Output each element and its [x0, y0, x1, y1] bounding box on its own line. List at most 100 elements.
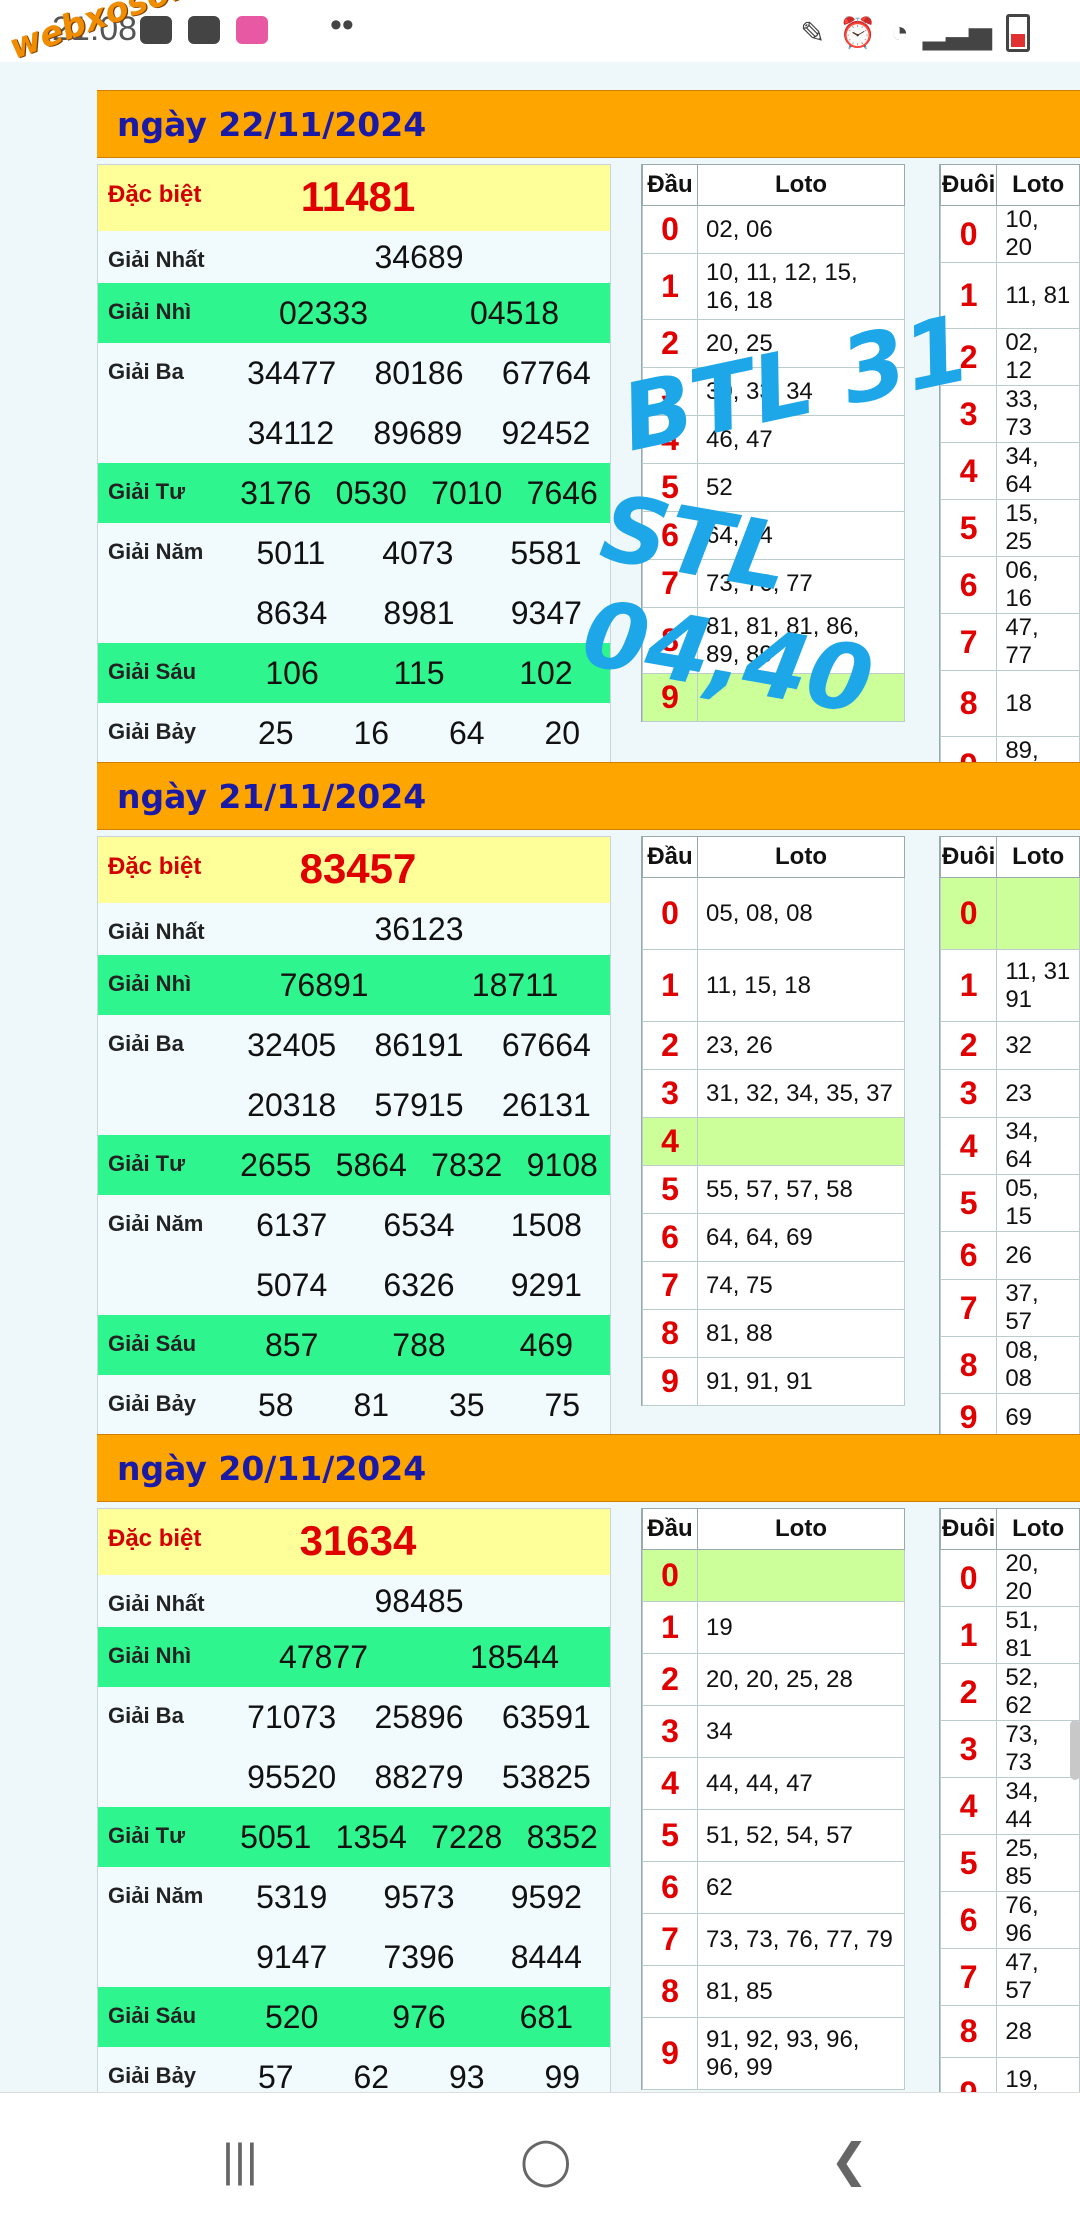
column-header: Loto [697, 1508, 905, 1550]
loto-values-cell: 20, 20, 25, 28 [697, 1653, 905, 1706]
digit-cell: 4 [939, 1777, 998, 1835]
prize-number: 857 [264, 1326, 319, 1363]
prize-number: 6534 [383, 1206, 455, 1243]
loto-row: 2 20, 20, 25, 28 [642, 1653, 905, 1706]
prize-number: 26131 [501, 1086, 591, 1123]
digit-cell: 0 [939, 205, 998, 263]
loto-values-cell [996, 877, 1080, 950]
loto-values-cell: 52, 62 [996, 1663, 1080, 1721]
loto-row: 6 62 [642, 1861, 905, 1914]
loto-values-cell: 55, 57, 57, 58 [697, 1165, 905, 1214]
more-notifications-icon: •• [330, 6, 354, 44]
loto-row: 4 34, 64 [939, 1117, 1080, 1175]
prize-label: Giải Ba [108, 359, 184, 384]
prize-number: 75 [544, 1386, 581, 1423]
prize-number: 86191 [374, 1026, 464, 1063]
prize-number: 63591 [501, 1698, 591, 1735]
loto-row: 3 23 [939, 1069, 1080, 1118]
date-title: ngày 21/11/2024 [117, 777, 427, 816]
loto-values-cell: 34, 44 [996, 1777, 1080, 1835]
column-header: Đuôi [939, 836, 998, 878]
digit-cell: 1 [642, 1601, 698, 1654]
loto-values-cell: 02, 06 [697, 205, 905, 254]
prize-number: 20 [544, 714, 581, 751]
digit-cell: 3 [642, 1705, 698, 1758]
prize-number: 1354 [335, 1818, 407, 1855]
digit-cell: 4 [642, 1117, 698, 1166]
digit-cell: 2 [642, 1653, 698, 1706]
digit-cell: 5 [939, 1834, 998, 1892]
loto-row: 8 81, 88 [642, 1309, 905, 1358]
prize-number: 4073 [382, 534, 454, 571]
result-day-section: ngày 20/11/2024 Đặc biệt 31634 Giải Nhất 984… [97, 1434, 1080, 2130]
loto-values-cell: 91, 92, 93, 96, 96, 99 [697, 2017, 905, 2090]
digit-cell: 6 [939, 1891, 998, 1949]
loto-values-cell: 32 [996, 1021, 1080, 1070]
loto-values-cell: 47, 57 [996, 1948, 1080, 2006]
digit-cell: 1 [939, 949, 998, 1022]
prize-number: 32405 [247, 1026, 337, 1063]
prize-number: 681 [519, 1998, 574, 2035]
loto-values-cell: 37, 57 [996, 1279, 1080, 1337]
prize-number: 25896 [374, 1698, 464, 1735]
prize-number: 976 [392, 1998, 446, 2035]
loto-values-cell: 33, 73 [996, 385, 1080, 443]
prize-row-third: Giải Ba 34477 80186 67764 34112 89689 92452 [98, 343, 610, 463]
special-prize-number: 11481 [300, 173, 416, 220]
navigation-bar: ||| ◯ ❮ [0, 2092, 1080, 2221]
dau-loto-table: Đầu Loto 0 1 19 2 20, 20, 25, 28 3 34 4 44, 44, 47… [641, 1508, 905, 2090]
scrollbar[interactable] [1070, 1720, 1080, 1780]
prize-row-third: Giải Ba 71073 25896 63591 95520 88279 53825 [98, 1687, 610, 1807]
prize-number: 93 [448, 2058, 485, 2095]
prize-number: 47877 [279, 1638, 368, 1675]
recent-apps-button[interactable]: ||| [222, 2133, 258, 2187]
prize-number: 2655 [240, 1146, 312, 1183]
loto-values-cell: 34, 64 [996, 442, 1080, 500]
date-header: ngày 20/11/2024 [97, 1434, 1080, 1502]
loto-row: 6 26 [939, 1231, 1080, 1280]
prize-label: Giải Bảy [108, 719, 197, 744]
prize-number: 25 [257, 714, 294, 751]
loto-row: 7 74, 75 [642, 1261, 905, 1310]
prize-label: Giải Nhì [108, 971, 192, 996]
loto-row: 7 73, 73, 76, 77, 79 [642, 1913, 905, 1966]
back-button[interactable]: ❮ [830, 2133, 869, 2187]
pen-icon: ✎ [800, 16, 826, 50]
prize-number: 8444 [510, 1938, 582, 1975]
prize-row-seventh: Giải Bảy 58 81 35 75 [98, 1375, 610, 1435]
prize-number: 53825 [501, 1758, 591, 1795]
prize-number: 520 [264, 1998, 319, 2035]
prize-number: 9108 [526, 1146, 598, 1183]
prize-number: 34112 [247, 414, 335, 451]
column-header: Đầu [642, 164, 698, 206]
loto-row: 8 81, 85 [642, 1965, 905, 2018]
prize-number: 7228 [431, 1818, 503, 1855]
loto-row: 1 11, 31 91 [939, 949, 1080, 1022]
prize-table: Đặc biệt 11481 Giải Nhất 34689 Giải Nhì 02333… [97, 164, 611, 764]
loto-values-cell: 11, 15, 18 [697, 949, 905, 1022]
digit-cell: 5 [939, 1174, 998, 1232]
loto-row: 5 05, 15 [939, 1174, 1080, 1232]
home-button[interactable]: ◯ [520, 2133, 571, 2187]
loto-row: 1 19 [642, 1601, 905, 1654]
prize-number: 102 [519, 654, 573, 691]
date-header: ngày 21/11/2024 [97, 762, 1080, 830]
digit-cell: 4 [939, 442, 998, 500]
digit-cell: 7 [642, 1261, 698, 1310]
prize-number: 7396 [383, 1938, 455, 1975]
prize-number: 8634 [256, 594, 328, 631]
prize-number: 5319 [256, 1878, 328, 1915]
prize-number: 98485 [374, 1582, 464, 1619]
digit-cell: 4 [642, 1757, 698, 1810]
loto-values-cell: 91, 91, 91 [697, 1357, 905, 1406]
digit-cell: 9 [642, 1357, 698, 1406]
column-header: Loto [996, 836, 1080, 878]
digit-cell: 8 [642, 1309, 698, 1358]
prize-number: 5581 [510, 534, 582, 571]
digit-cell: 7 [642, 1913, 698, 1966]
prize-label: Đặc biệt [108, 1525, 202, 1552]
loto-values-cell: 44, 44, 47 [697, 1757, 905, 1810]
system-icons: ✎ ⏰ ◔ ▂▃▅ [800, 14, 1030, 52]
loto-values-cell: 26 [996, 1231, 1080, 1280]
prize-row-fourth: Giải Tư 3176 0530 7010 7646 [98, 463, 610, 523]
